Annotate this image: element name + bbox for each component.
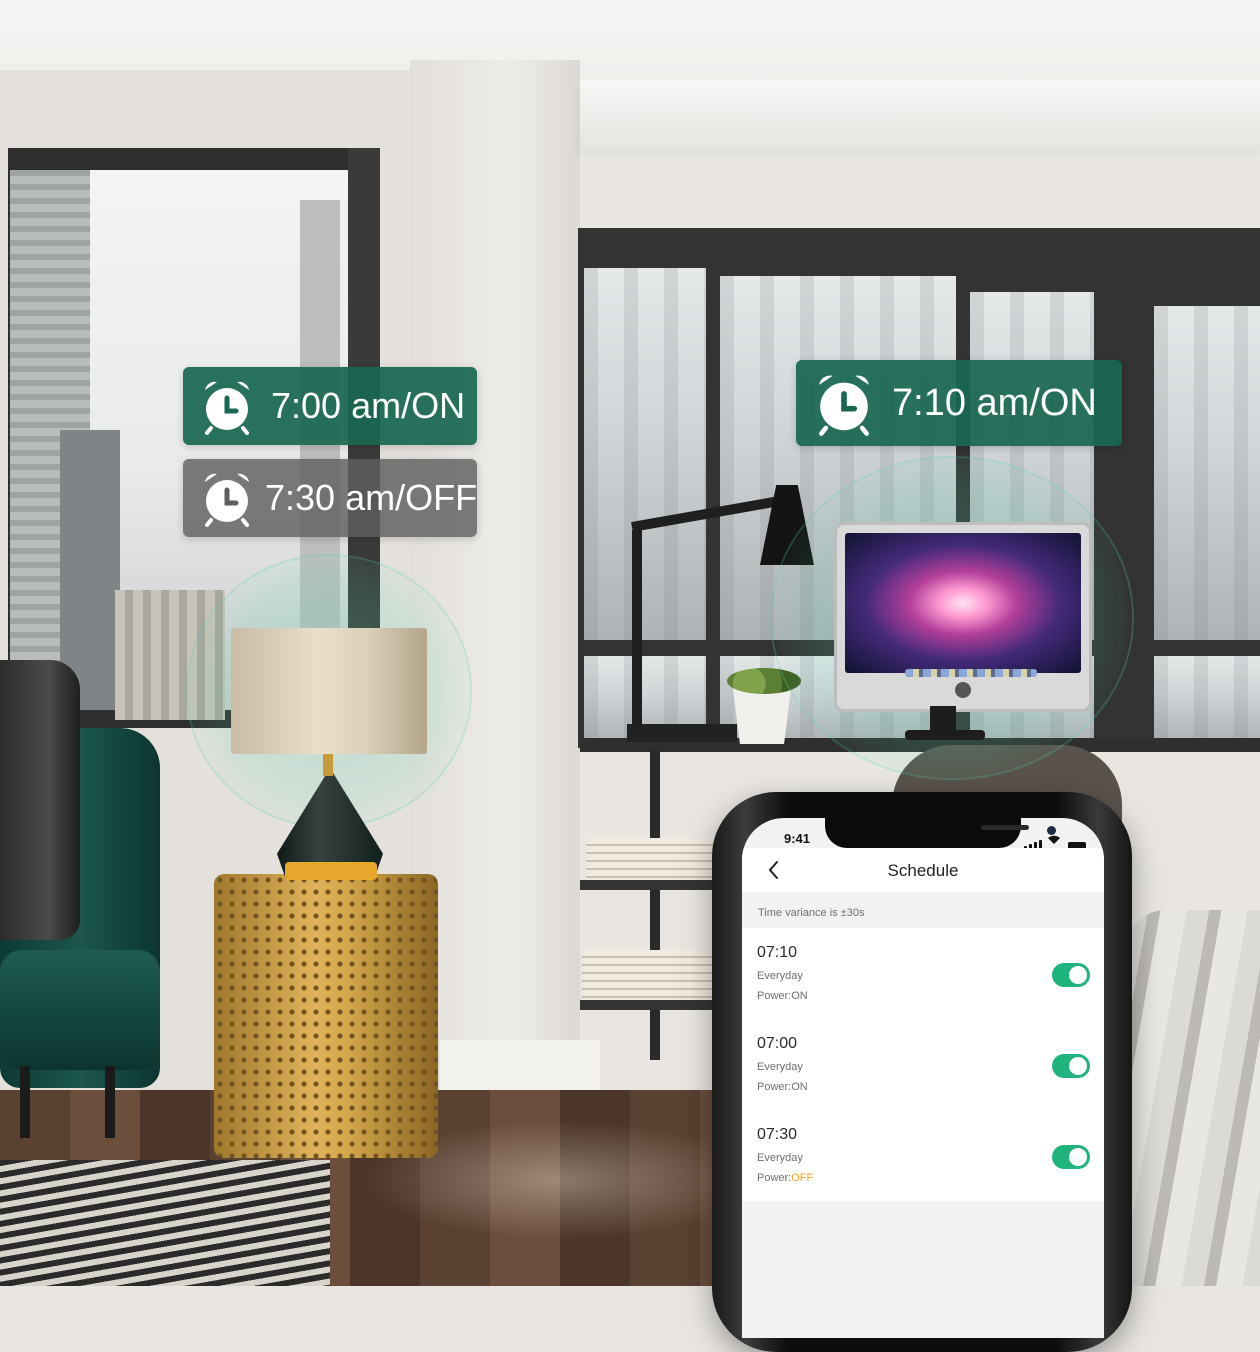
monitor-screen — [845, 533, 1081, 677]
schedule-power: Power:OFF — [757, 1172, 813, 1184]
gold-side-table — [214, 874, 438, 1158]
desk-lamp-pole — [632, 530, 642, 730]
shelf — [580, 1000, 720, 1010]
schedule-list: 07:10 Everyday Power:ON 07:00 Everyday P… — [742, 928, 1104, 1201]
alarm-clock-icon — [810, 369, 878, 437]
desk-lamp-base — [627, 724, 737, 742]
table-lamp-shade — [231, 628, 427, 754]
monitor-foot — [905, 730, 985, 740]
striped-rug — [0, 1160, 330, 1286]
schedule-toggle[interactable] — [1052, 1054, 1090, 1078]
toggle-knob — [1069, 966, 1087, 984]
schedule-time: 07:10 — [757, 944, 798, 961]
bed — [1126, 910, 1260, 1286]
monitor-dock — [905, 669, 1037, 677]
table-lamp-ring — [285, 862, 377, 880]
schedule-callout-text: 7:30 am/OFF — [265, 477, 478, 518]
window-pane — [1154, 656, 1260, 740]
earpiece — [981, 825, 1029, 830]
shelf — [580, 880, 720, 890]
schedule-callout-on: 7:00 am/ON — [183, 367, 477, 445]
empty-area — [742, 1201, 1104, 1338]
schedule-toggle[interactable] — [1052, 963, 1090, 987]
time-variance-note: Time variance is ±30s — [758, 907, 865, 919]
phone-notch — [825, 818, 1056, 848]
plant-leaves — [727, 668, 801, 694]
toggle-knob — [1069, 1148, 1087, 1166]
power-label: Power: — [757, 990, 792, 1002]
armchair-seat — [0, 950, 160, 1070]
schedule-callout-on: 7:10 am/ON — [796, 360, 1122, 446]
armchair-leg — [105, 1066, 115, 1138]
schedule-power: Power:ON — [757, 990, 808, 1002]
schedule-power: Power:ON — [757, 1081, 808, 1093]
armchair-leg — [20, 1066, 30, 1138]
schedule-repeat: Everyday — [757, 970, 803, 982]
power-value: ON — [791, 1081, 808, 1093]
window-pane — [1154, 306, 1260, 640]
status-time: 9:41 — [784, 831, 811, 846]
schedule-time: 07:00 — [757, 1035, 798, 1052]
schedule-callout-text: 7:00 am/ON — [271, 385, 466, 426]
schedule-repeat: Everyday — [757, 1152, 803, 1164]
alarm-clock-icon — [197, 376, 257, 436]
power-value: OFF — [791, 1172, 814, 1184]
page-title: Schedule — [887, 861, 959, 880]
alarm-clock-icon — [197, 468, 257, 528]
city-building — [115, 590, 225, 720]
desk-leg — [650, 750, 660, 1060]
schedule-item[interactable]: 07:00 Everyday Power:ON — [742, 1019, 1104, 1110]
ceiling-beam — [580, 80, 1260, 150]
book-stack — [582, 950, 716, 1002]
plant-pot — [733, 688, 791, 744]
schedule-time: 07:30 — [757, 1126, 798, 1143]
book-stack — [586, 838, 716, 882]
power-label: Power: — [757, 1081, 792, 1093]
schedule-item[interactable]: 07:10 Everyday Power:ON — [742, 928, 1104, 1019]
table-lamp-neck — [323, 752, 333, 776]
schedule-callout-text: 7:10 am/ON — [892, 381, 1097, 424]
apple-logo-icon — [955, 682, 971, 698]
toggle-knob — [1069, 1057, 1087, 1075]
desktop-monitor — [834, 522, 1092, 712]
cushion — [0, 660, 80, 940]
schedule-item[interactable]: 07:30 Everyday Power:OFF — [742, 1110, 1104, 1201]
phone-screen: 9:41 Schedule Time variance is ±30s 07:1… — [742, 818, 1104, 1338]
schedule-callout-off: 7:30 am/OFF — [183, 459, 477, 537]
window-pane — [584, 268, 706, 640]
power-label: Power: — [757, 1172, 792, 1184]
schedule-toggle[interactable] — [1052, 1145, 1090, 1169]
power-value: ON — [791, 990, 808, 1002]
nav-bar: Schedule — [742, 848, 1104, 892]
schedule-repeat: Everyday — [757, 1061, 803, 1073]
